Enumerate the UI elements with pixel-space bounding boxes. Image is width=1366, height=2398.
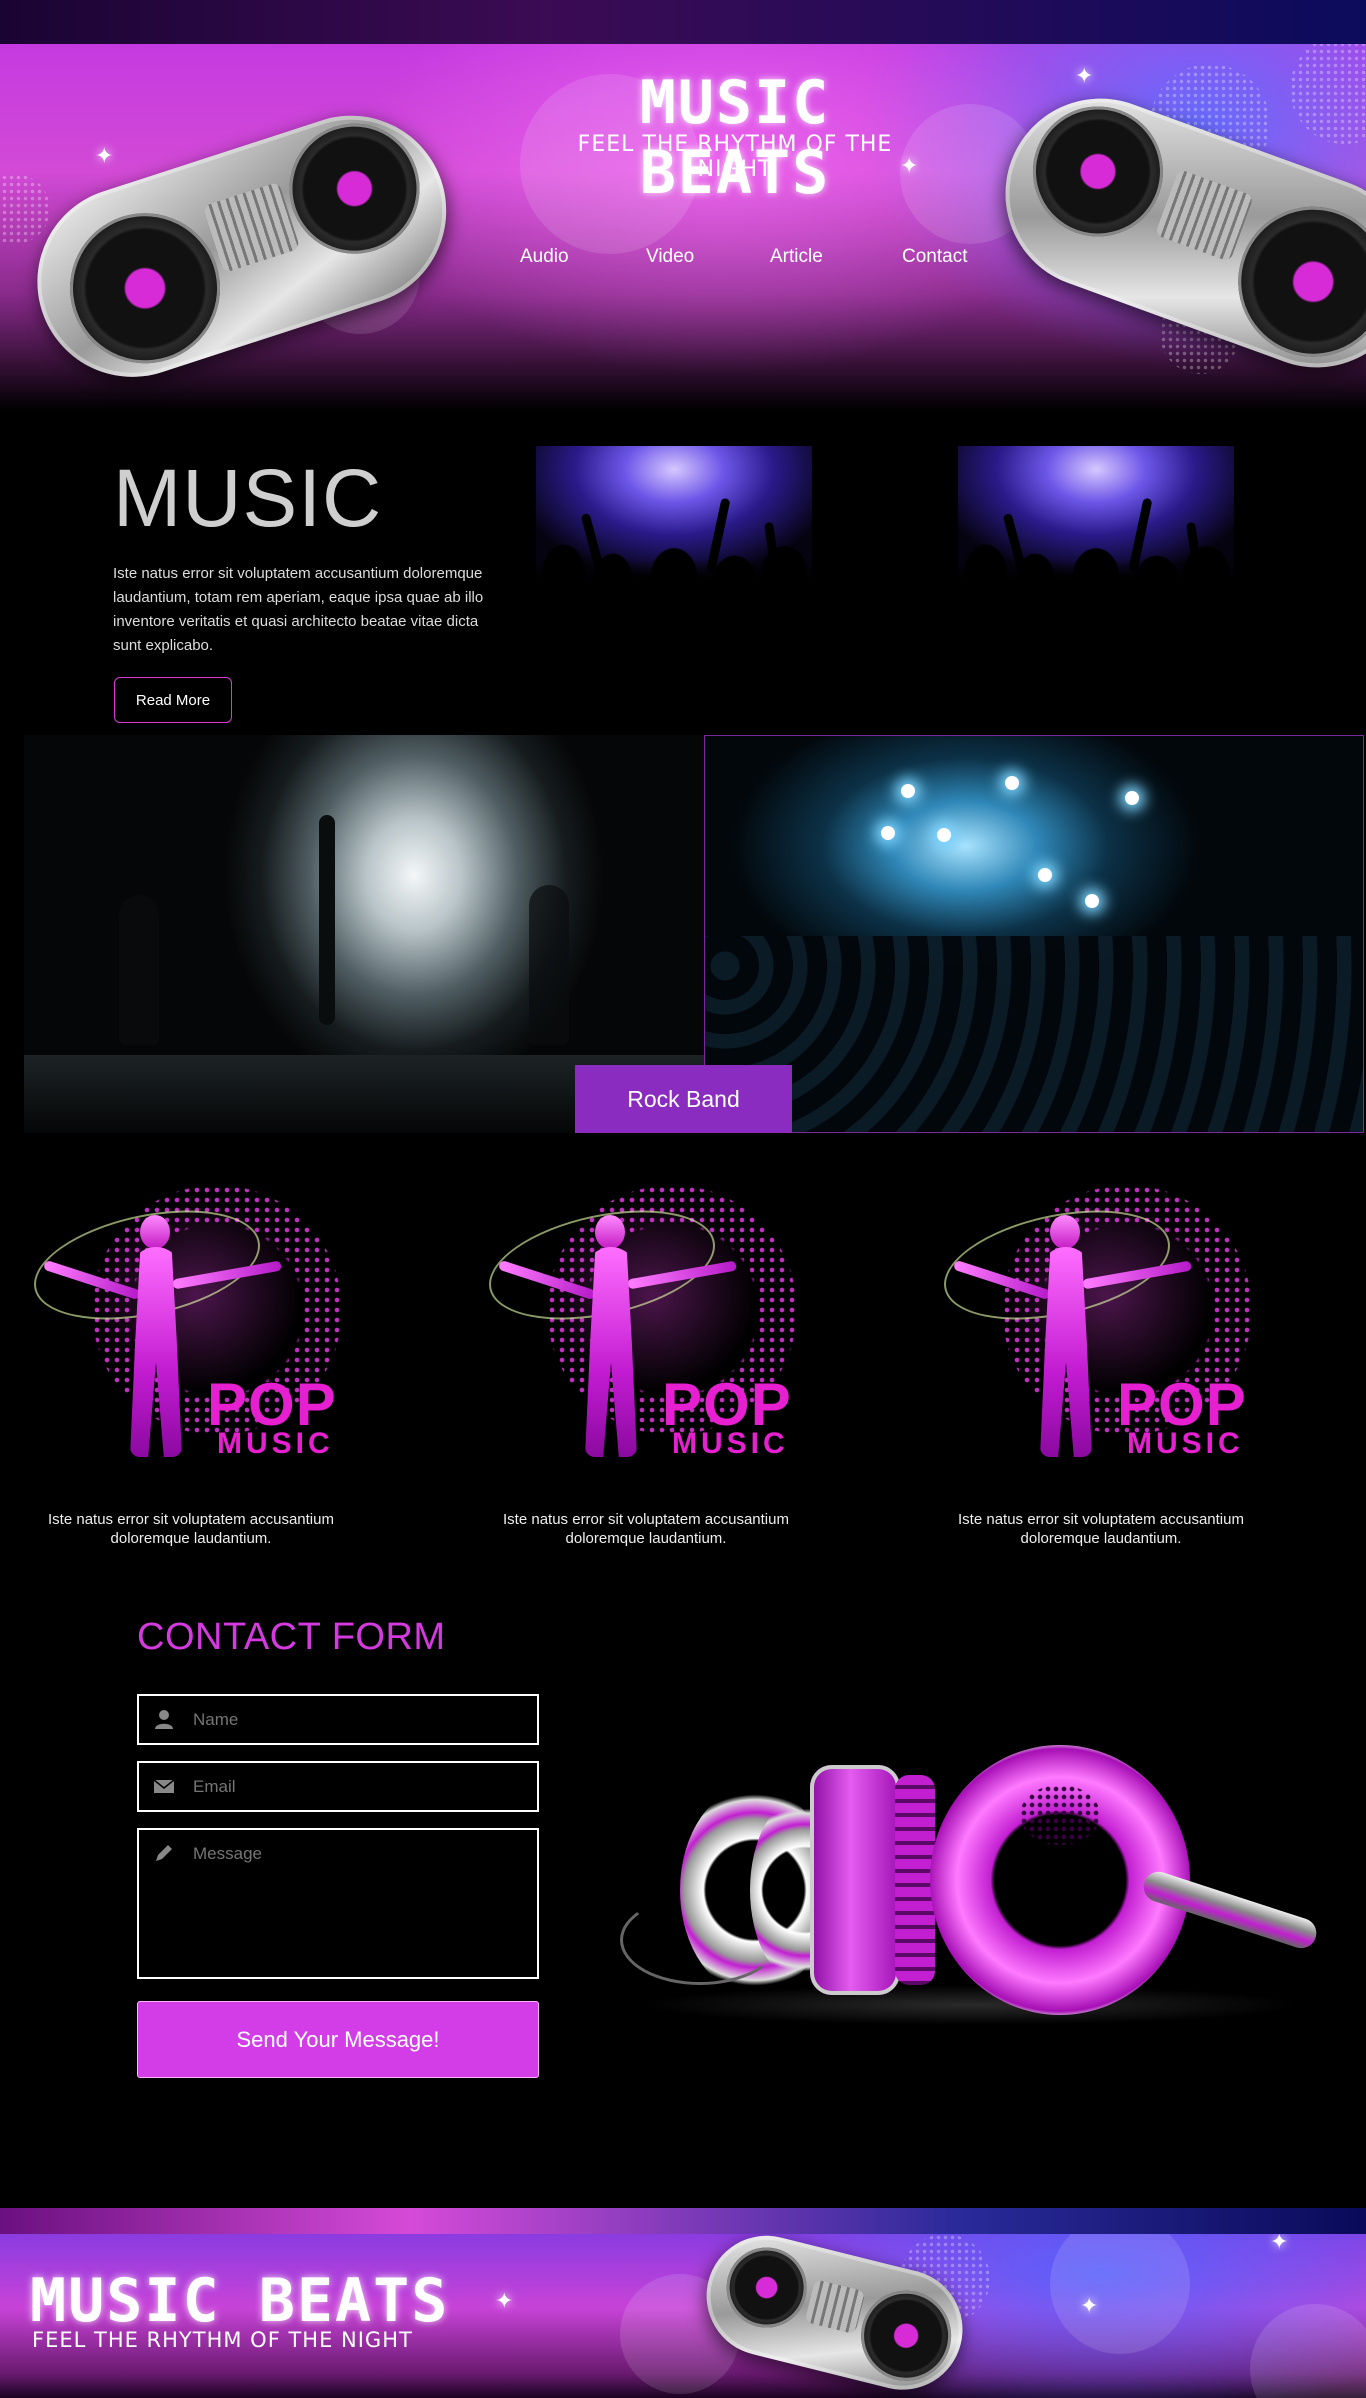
name-field[interactable]	[137, 1694, 539, 1745]
pop-card-caption: Iste natus error sit voluptatem accusant…	[48, 1511, 334, 1547]
dancer-head	[140, 1215, 170, 1249]
bokeh-decoration	[1250, 2304, 1366, 2398]
crowd-silhouette	[705, 936, 1363, 1132]
speaker-grille	[1020, 1785, 1100, 1845]
turntable-icon	[688, 2234, 992, 2398]
email-field[interactable]	[137, 1761, 539, 1812]
music-label: MUSIC	[217, 1427, 334, 1460]
nav-contact[interactable]: Contact	[902, 246, 967, 268]
dancer-head	[1050, 1215, 1080, 1249]
envelope-icon	[153, 1775, 175, 1797]
concert-image[interactable]	[536, 446, 812, 602]
pop-music-card[interactable]: POP MUSIC	[477, 1175, 815, 1495]
pop-card-caption: Iste natus error sit voluptatem accusant…	[958, 1511, 1244, 1547]
pop-music-card[interactable]: POP MUSIC	[932, 1175, 1270, 1495]
email-input[interactable]	[193, 1777, 523, 1797]
stage-light	[1005, 776, 1019, 790]
music-label: MUSIC	[1127, 1427, 1244, 1460]
bokeh-decoration	[1050, 2234, 1190, 2354]
footer-banner: ✦ ✦ ✦ MUSIC BEATS FEEL THE RHYTHM OF THE…	[0, 2234, 1366, 2398]
name-input[interactable]	[193, 1710, 523, 1730]
stage-light	[937, 828, 951, 842]
sparkle-icon: ✦	[1270, 2234, 1289, 2255]
crowd-silhouette	[958, 532, 1234, 602]
pop-music-card[interactable]: POP MUSIC	[22, 1175, 360, 1495]
music-label: MUSIC	[672, 1427, 789, 1460]
nav-article[interactable]: Article	[770, 246, 823, 268]
music-player-device	[810, 1765, 900, 1995]
pencil-icon	[153, 1842, 175, 1864]
footer-site-title: MUSIC BEATS	[30, 2266, 450, 2336]
rock-band-button[interactable]: Rock Band	[575, 1065, 792, 1133]
site-tagline: FEEL THE RHYTHM OF THE NIGHT	[577, 132, 893, 182]
device-grille	[895, 1775, 935, 1985]
message-input[interactable]	[193, 1844, 523, 1964]
contact-form-heading: CONTACT FORM	[137, 1616, 446, 1658]
nav-audio[interactable]: Audio	[520, 246, 569, 268]
footer-top-bar	[0, 2208, 1366, 2234]
send-message-button[interactable]: Send Your Message!	[137, 2001, 539, 2078]
message-field[interactable]	[137, 1828, 539, 1979]
nav-video[interactable]: Video	[646, 246, 694, 268]
intro-text: Iste natus error sit voluptatem accusant…	[113, 565, 484, 654]
headphones-image	[620, 1745, 1321, 2045]
sparkle-icon: ✦	[495, 2289, 514, 2314]
stage-light	[1038, 868, 1052, 882]
user-icon	[153, 1708, 175, 1730]
performer-silhouette	[119, 895, 159, 1045]
music-heading: MUSIC	[113, 453, 383, 544]
crowd-silhouette	[536, 532, 812, 602]
stage-light	[1125, 791, 1139, 805]
read-more-button[interactable]: Read More	[114, 677, 232, 723]
stage-light	[1085, 894, 1099, 908]
cable	[620, 1895, 780, 1985]
concert-image[interactable]	[958, 446, 1234, 602]
performer-silhouette	[529, 885, 569, 1045]
stage-light	[901, 784, 915, 798]
stage-light	[881, 826, 895, 840]
dancer-head	[595, 1215, 625, 1249]
concert-crowd-image	[704, 735, 1364, 1133]
footer-site-tagline: FEEL THE RHYTHM OF THE NIGHT	[32, 2328, 413, 2352]
pop-card-caption: Iste natus error sit voluptatem accusant…	[503, 1511, 789, 1547]
top-bar	[0, 0, 1366, 44]
performer-silhouette	[319, 815, 335, 1025]
sparkle-icon: ✦	[1080, 2294, 1099, 2319]
